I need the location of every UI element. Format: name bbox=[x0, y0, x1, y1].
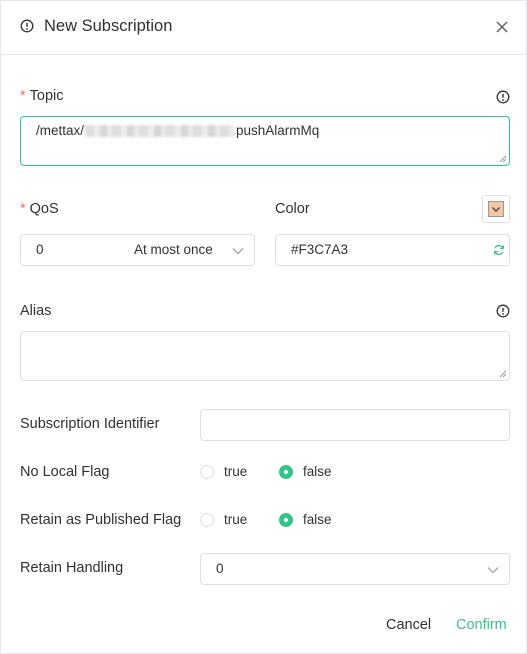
radio-circle bbox=[200, 512, 214, 527]
cancel-button[interactable]: Cancel bbox=[386, 617, 431, 633]
retain-as-published-true-radio[interactable]: true bbox=[200, 512, 247, 527]
subscription-identifier-input[interactable] bbox=[200, 409, 510, 441]
confirm-button[interactable]: Confirm bbox=[456, 617, 507, 633]
dialog-header: New Subscription bbox=[1, 1, 526, 55]
radio-circle bbox=[200, 464, 214, 479]
topic-help-icon[interactable] bbox=[496, 90, 510, 104]
no-local-flag-label: No Local Flag bbox=[20, 464, 110, 480]
chevron-down-icon bbox=[492, 207, 500, 212]
color-input[interactable]: #F3C7A3 bbox=[275, 234, 510, 266]
no-local-flag-false-radio[interactable]: false bbox=[279, 464, 332, 479]
color-label: Color bbox=[275, 201, 310, 217]
resize-handle[interactable] bbox=[499, 370, 507, 378]
retain-handling-label: Retain Handling bbox=[20, 560, 124, 576]
info-circle-icon bbox=[20, 19, 34, 33]
qos-select[interactable]: 0 At most once bbox=[20, 234, 255, 266]
alias-label: Alias bbox=[20, 303, 52, 319]
resize-handle[interactable] bbox=[499, 155, 507, 163]
subscription-identifier-label: Subscription Identifier bbox=[20, 416, 160, 432]
chevron-down-icon bbox=[232, 248, 244, 255]
qos-description: At most once bbox=[134, 242, 213, 257]
required-mark: * bbox=[20, 201, 26, 217]
retain-handling-select[interactable]: 0 bbox=[200, 553, 510, 585]
qos-value: 0 bbox=[36, 242, 44, 257]
topic-label: * Topic bbox=[20, 88, 64, 104]
close-icon[interactable] bbox=[494, 19, 510, 35]
alias-help-icon[interactable] bbox=[496, 304, 510, 318]
dialog-title: New Subscription bbox=[44, 17, 173, 35]
chevron-down-icon bbox=[487, 567, 499, 574]
radio-circle bbox=[279, 464, 293, 479]
radio-circle bbox=[279, 512, 293, 527]
retain-as-published-false-radio[interactable]: false bbox=[279, 512, 332, 527]
required-mark: * bbox=[20, 88, 26, 104]
color-picker-button[interactable] bbox=[482, 195, 510, 223]
redacted-segment bbox=[85, 125, 236, 138]
color-value: #F3C7A3 bbox=[291, 242, 349, 257]
new-subscription-dialog: New Subscription * Topic /mettax/pushAlar… bbox=[0, 0, 527, 654]
topic-textarea[interactable]: /mettax/pushAlarmMq bbox=[20, 116, 510, 166]
retain-handling-value: 0 bbox=[216, 561, 224, 576]
refresh-icon[interactable] bbox=[493, 244, 505, 256]
no-local-flag-true-radio[interactable]: true bbox=[200, 464, 247, 479]
retain-as-published-flag-label: Retain as Published Flag bbox=[20, 512, 182, 528]
alias-textarea[interactable] bbox=[20, 331, 510, 381]
topic-value: /mettax/pushAlarmMq bbox=[36, 123, 320, 138]
qos-label: * QoS bbox=[20, 201, 59, 217]
